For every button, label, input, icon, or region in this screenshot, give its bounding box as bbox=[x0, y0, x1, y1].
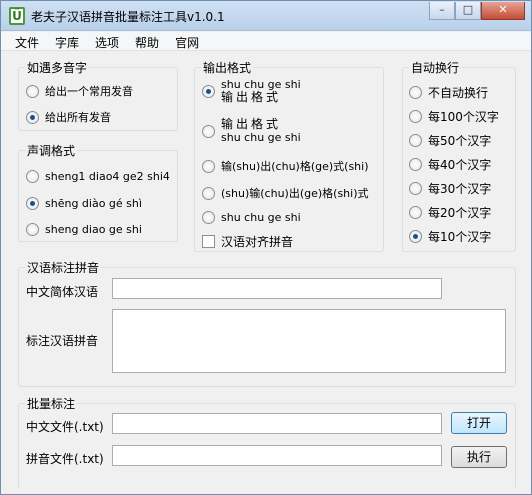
run-button[interactable]: 执行 bbox=[451, 446, 507, 468]
output-option-label: (shu)输(chu)出(ge)格(shi)式 bbox=[221, 187, 369, 200]
output-option-preview: 输出格式 shu chu ge shi bbox=[221, 117, 301, 145]
tone-option-label: sheng diao ge shi bbox=[45, 223, 142, 236]
radio-icon[interactable] bbox=[409, 110, 422, 123]
annotate-group-title: 汉语标注拼音 bbox=[25, 259, 102, 276]
wrap-option-label: 每100个汉字 bbox=[428, 110, 499, 124]
minimize-button[interactable]: – bbox=[429, 2, 455, 20]
app-icon: Ü bbox=[9, 7, 25, 25]
app-window: Ü 老夫子汉语拼音批量标注工具v1.0.1 – □ ✕ 文件 字库 选项 帮助 … bbox=[0, 0, 532, 495]
auto-wrap-group-title: 自动换行 bbox=[409, 59, 462, 76]
wrap-option-label: 不自动换行 bbox=[428, 86, 489, 100]
polyphone-group-title: 如遇多音字 bbox=[25, 59, 90, 76]
radio-selected-icon[interactable] bbox=[26, 197, 39, 210]
align-pinyin-label: 汉语对齐拼音 bbox=[221, 235, 294, 249]
window-controls: – □ ✕ bbox=[429, 2, 525, 20]
wrap-option-label: 每30个汉字 bbox=[428, 182, 492, 196]
menu-file[interactable]: 文件 bbox=[7, 32, 47, 50]
tone-option-number[interactable]: sheng1 diao4 ge2 shi4 bbox=[26, 170, 170, 183]
chinese-file-label: 中文文件(.txt) bbox=[26, 420, 104, 434]
tone-option-plain[interactable]: sheng diao ge shi bbox=[26, 223, 142, 236]
radio-icon[interactable] bbox=[26, 170, 39, 183]
radio-icon[interactable] bbox=[26, 84, 39, 98]
pinyin-output-textarea[interactable] bbox=[112, 309, 506, 373]
polyphone-group: 如遇多音字 给出一个常用发音 给出所有发音 bbox=[18, 59, 178, 131]
radio-icon[interactable] bbox=[202, 211, 215, 224]
radio-selected-icon[interactable] bbox=[409, 230, 422, 243]
polyphone-option-all[interactable]: 给出所有发音 bbox=[26, 109, 111, 125]
output-option-pinyin-after[interactable]: 输(shu)出(chu)格(ge)式(shi) bbox=[202, 158, 369, 174]
menu-help[interactable]: 帮助 bbox=[127, 32, 167, 50]
tone-group-title: 声调格式 bbox=[25, 142, 78, 159]
wrap-option-label: 每20个汉字 bbox=[428, 206, 492, 220]
batch-group-title: 批量标注 bbox=[25, 395, 78, 412]
tone-option-label: shēng diào gé shì bbox=[45, 197, 142, 210]
radio-icon[interactable] bbox=[409, 134, 422, 147]
radio-icon[interactable] bbox=[202, 124, 215, 138]
wrap-option-30[interactable]: 每30个汉字 bbox=[409, 180, 491, 197]
wrap-option-label: 每40个汉字 bbox=[428, 158, 492, 172]
output-option-pinyin-below[interactable]: 输出格式 shu chu ge shi bbox=[202, 118, 301, 144]
auto-wrap-group: 自动换行 不自动换行 每100个汉字 每50个汉字 每40个汉字 每30个汉字 … bbox=[402, 59, 516, 252]
align-pinyin-checkbox[interactable]: 汉语对齐拼音 bbox=[202, 233, 293, 250]
menu-bar: 文件 字库 选项 帮助 官网 bbox=[1, 32, 531, 51]
preview-pinyin: shu chu ge shi bbox=[221, 131, 301, 144]
output-option-pinyin-before[interactable]: (shu)输(chu)出(ge)格(shi)式 bbox=[202, 185, 369, 201]
close-button[interactable]: ✕ bbox=[481, 2, 525, 20]
preview-hanzi: 输出格式 bbox=[221, 90, 282, 104]
wrap-option-50[interactable]: 每50个汉字 bbox=[409, 132, 491, 149]
pinyin-output-label: 标注汉语拼音 bbox=[26, 334, 99, 348]
output-option-label: shu chu ge shi bbox=[221, 211, 301, 224]
radio-icon[interactable] bbox=[202, 159, 215, 173]
tone-group: 声调格式 sheng1 diao4 ge2 shi4 shēng diào gé… bbox=[18, 142, 178, 242]
wrap-option-none[interactable]: 不自动换行 bbox=[409, 84, 488, 101]
output-option-label: 输(shu)出(chu)格(ge)式(shi) bbox=[221, 160, 369, 173]
radio-icon[interactable] bbox=[409, 182, 422, 195]
output-format-group-title: 输出格式 bbox=[201, 59, 254, 76]
pinyin-file-label: 拼音文件(.txt) bbox=[26, 452, 104, 466]
wrap-option-20[interactable]: 每20个汉字 bbox=[409, 204, 491, 221]
menu-dictionary[interactable]: 字库 bbox=[47, 32, 87, 50]
output-option-pinyin-only[interactable]: shu chu ge shi bbox=[202, 211, 301, 224]
polyphone-option-label: 给出一个常用发音 bbox=[45, 85, 133, 98]
title-bar[interactable]: Ü 老夫子汉语拼音批量标注工具v1.0.1 – □ ✕ bbox=[1, 1, 531, 31]
window-title: 老夫子汉语拼音批量标注工具v1.0.1 bbox=[31, 10, 225, 24]
menu-website[interactable]: 官网 bbox=[167, 32, 207, 50]
pinyin-file-input[interactable] bbox=[112, 445, 442, 466]
wrap-option-label: 每10个汉字 bbox=[428, 230, 492, 244]
radio-selected-icon[interactable] bbox=[202, 84, 215, 98]
radio-icon[interactable] bbox=[409, 158, 422, 171]
wrap-option-40[interactable]: 每40个汉字 bbox=[409, 156, 491, 173]
open-button[interactable]: 打开 bbox=[451, 412, 507, 434]
preview-hanzi: 输出格式 bbox=[221, 117, 282, 131]
radio-selected-icon[interactable] bbox=[26, 110, 39, 124]
wrap-option-100[interactable]: 每100个汉字 bbox=[409, 108, 499, 125]
polyphone-option-label: 给出所有发音 bbox=[45, 111, 111, 124]
menu-options[interactable]: 选项 bbox=[87, 32, 127, 50]
wrap-option-10[interactable]: 每10个汉字 bbox=[409, 228, 491, 245]
output-option-preview: shu chu ge shi 输出格式 bbox=[221, 78, 301, 104]
radio-icon[interactable] bbox=[409, 86, 422, 99]
maximize-button[interactable]: □ bbox=[455, 2, 481, 20]
radio-icon[interactable] bbox=[26, 223, 39, 236]
chinese-text-input[interactable] bbox=[112, 278, 442, 299]
polyphone-option-common[interactable]: 给出一个常用发音 bbox=[26, 83, 133, 99]
chinese-file-input[interactable] bbox=[112, 413, 442, 434]
radio-icon[interactable] bbox=[202, 186, 215, 200]
tone-option-mark[interactable]: shēng diào gé shì bbox=[26, 197, 142, 210]
radio-icon[interactable] bbox=[409, 206, 422, 219]
wrap-option-label: 每50个汉字 bbox=[428, 134, 492, 148]
chinese-text-label: 中文简体汉语 bbox=[26, 285, 99, 299]
output-format-group: 输出格式 shu chu ge shi 输出格式 输出格式 shu chu ge… bbox=[194, 59, 384, 252]
checkbox-icon[interactable] bbox=[202, 235, 215, 248]
tone-option-label: sheng1 diao4 ge2 shi4 bbox=[45, 170, 170, 183]
output-option-pinyin-above[interactable]: shu chu ge shi 输出格式 bbox=[202, 78, 301, 104]
